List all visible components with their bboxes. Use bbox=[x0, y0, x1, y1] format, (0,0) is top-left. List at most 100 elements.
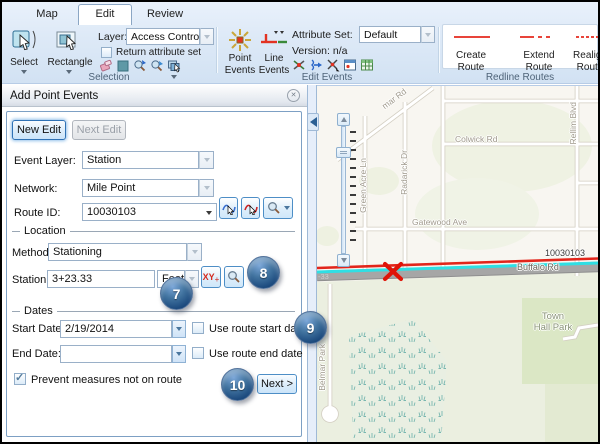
extend-route-button[interactable]: Extend Route bbox=[510, 50, 568, 73]
end-date-label: End Date: bbox=[12, 348, 61, 360]
prevent-measures-checkbox[interactable]: ✓ bbox=[14, 373, 26, 385]
callout-10: 10 bbox=[221, 368, 254, 401]
ribbon: Map Edit Review Select Rectangle Layer: … bbox=[2, 2, 598, 84]
event-layer-combo-arrow[interactable] bbox=[199, 151, 214, 169]
layer-label: Layer: bbox=[98, 31, 127, 43]
realign-route-button[interactable]: Realign Route bbox=[569, 50, 600, 73]
pan-to-selected-icon[interactable] bbox=[150, 59, 164, 73]
street-label-buffalo: Buffalo Rd bbox=[517, 262, 559, 272]
event-table-icon[interactable] bbox=[360, 58, 374, 72]
method-combo-arrow[interactable] bbox=[187, 243, 202, 261]
tab-review[interactable]: Review bbox=[136, 5, 194, 24]
xy-coordinates-button[interactable]: XY+ bbox=[201, 266, 221, 288]
use-route-end-label: Use route end date bbox=[209, 348, 303, 360]
map-view[interactable]: mar Rd Colwick Rd Rellim Blvd Radarick D… bbox=[317, 85, 598, 442]
use-route-start-checkbox[interactable] bbox=[192, 322, 204, 334]
method-combo[interactable]: Stationing bbox=[48, 243, 187, 261]
edit-events-group-label: Edit Events bbox=[218, 72, 436, 83]
attribute-set-label: Attribute Set: bbox=[292, 29, 353, 41]
route-id-value: 10030103 bbox=[87, 206, 136, 218]
network-label: Network: bbox=[14, 183, 57, 195]
attribute-set-combo-arrow[interactable] bbox=[421, 26, 435, 43]
select-tool-label[interactable]: Select bbox=[4, 57, 44, 69]
panel-title: Add Point Events bbox=[2, 85, 307, 107]
end-date-input[interactable] bbox=[60, 345, 172, 363]
layer-combo-arrow[interactable] bbox=[200, 28, 214, 45]
zoom-to-selected-icon[interactable] bbox=[133, 59, 147, 73]
end-date-combo-arrow[interactable] bbox=[172, 345, 186, 363]
create-route-button[interactable]: Create Route bbox=[442, 50, 500, 73]
station-label: Station: bbox=[12, 274, 49, 286]
layer-combo[interactable]: Access Control bbox=[126, 28, 200, 45]
merge-event-icon[interactable] bbox=[309, 58, 323, 72]
new-edit-button[interactable]: New Edit bbox=[12, 120, 66, 140]
route-search-button[interactable] bbox=[263, 197, 293, 219]
collapse-arrow-icon bbox=[310, 117, 317, 127]
event-layer-combo[interactable]: Station bbox=[82, 151, 199, 169]
zoom-slider-handle[interactable] bbox=[336, 147, 351, 158]
attribute-set-combo[interactable]: Default bbox=[359, 26, 421, 43]
return-attribute-checkbox[interactable] bbox=[101, 47, 112, 58]
station-input[interactable]: 3+23.33 bbox=[47, 270, 155, 288]
callout-7: 7 bbox=[160, 277, 193, 310]
selection-rectangle-icon[interactable] bbox=[116, 59, 130, 73]
street-label-green-acre: Green Acre Ln bbox=[358, 158, 368, 213]
dates-section-legend: Dates bbox=[12, 305, 295, 317]
start-date-label: Start Date: bbox=[12, 323, 65, 335]
clear-route-selection-button[interactable] bbox=[241, 197, 260, 219]
return-attribute-label: Return attribute set bbox=[116, 47, 201, 58]
next-button[interactable]: Next > bbox=[257, 374, 297, 394]
version-label: Version: n/a bbox=[292, 45, 347, 57]
selection-options-icon[interactable] bbox=[167, 59, 181, 73]
rectangle-tool-label[interactable]: Rectangle bbox=[44, 57, 96, 69]
create-route-icon[interactable] bbox=[454, 36, 490, 38]
route-id-combo-arrow[interactable] bbox=[206, 211, 212, 215]
location-section-legend: Location bbox=[12, 225, 295, 237]
street-label-rellim: Rellim Blvd bbox=[568, 102, 578, 145]
use-route-start-label: Use route start date bbox=[209, 323, 306, 335]
selection-group-label: Selection bbox=[2, 72, 216, 83]
close-icon[interactable]: ✕ bbox=[287, 89, 300, 102]
town-hall-park-label: Town Hall Park bbox=[533, 311, 573, 334]
start-date-input[interactable]: 2/19/2014 bbox=[60, 320, 172, 338]
line-events-icon[interactable] bbox=[260, 30, 288, 50]
zoom-out-button[interactable] bbox=[337, 254, 350, 267]
method-label: Method: bbox=[12, 247, 52, 259]
select-route-on-map-button[interactable] bbox=[219, 197, 238, 219]
street-label-radarick: Radarick Dr bbox=[399, 150, 409, 195]
move-event-icon[interactable] bbox=[326, 58, 340, 72]
split-event-icon[interactable] bbox=[292, 58, 306, 72]
point-events-icon[interactable] bbox=[228, 28, 252, 52]
prevent-measures-label: Prevent measures not on route bbox=[31, 374, 182, 386]
clear-selection-icon[interactable] bbox=[99, 59, 113, 73]
network-combo-arrow[interactable] bbox=[199, 179, 214, 197]
route-number-label: 10030103 bbox=[545, 248, 585, 258]
street-label-gatewood: Gatewood Ave bbox=[412, 217, 467, 227]
app-window: Map Edit Review Select Rectangle Layer: … bbox=[0, 0, 600, 444]
zoom-slider-track[interactable] bbox=[341, 126, 346, 254]
tab-edit[interactable]: Edit bbox=[78, 4, 132, 25]
route-id-combo[interactable]: 10030103 bbox=[82, 203, 217, 221]
next-edit-button[interactable]: Next Edit bbox=[72, 120, 126, 140]
select-tool-icon[interactable] bbox=[10, 28, 38, 54]
network-combo[interactable]: Mile Point bbox=[82, 179, 199, 197]
event-attributes-window-icon[interactable] bbox=[343, 58, 357, 72]
start-date-combo-arrow[interactable] bbox=[172, 320, 186, 338]
panel-splitter[interactable] bbox=[307, 85, 317, 442]
street-label-belmar-park: Belmar Park bbox=[317, 344, 327, 391]
use-route-end-checkbox[interactable] bbox=[192, 347, 204, 359]
collapse-panel-button[interactable] bbox=[307, 113, 319, 131]
callout-9: 9 bbox=[294, 311, 327, 344]
tab-map[interactable]: Map bbox=[20, 5, 74, 24]
extend-route-icon[interactable] bbox=[520, 36, 560, 38]
station-search-button[interactable] bbox=[224, 266, 244, 288]
zoom-in-button[interactable] bbox=[337, 113, 350, 126]
callout-8: 8 bbox=[247, 256, 280, 289]
route-search-dropdown-icon[interactable] bbox=[284, 206, 290, 210]
realign-route-icon[interactable] bbox=[576, 36, 600, 38]
street-label-colwick: Colwick Rd bbox=[455, 134, 498, 144]
redline-routes-group-label: Redline Routes bbox=[442, 72, 598, 83]
route-id-label: Route ID: bbox=[14, 207, 60, 219]
station-offset-label: -33 bbox=[318, 272, 329, 281]
rectangle-tool-icon[interactable] bbox=[54, 28, 82, 54]
